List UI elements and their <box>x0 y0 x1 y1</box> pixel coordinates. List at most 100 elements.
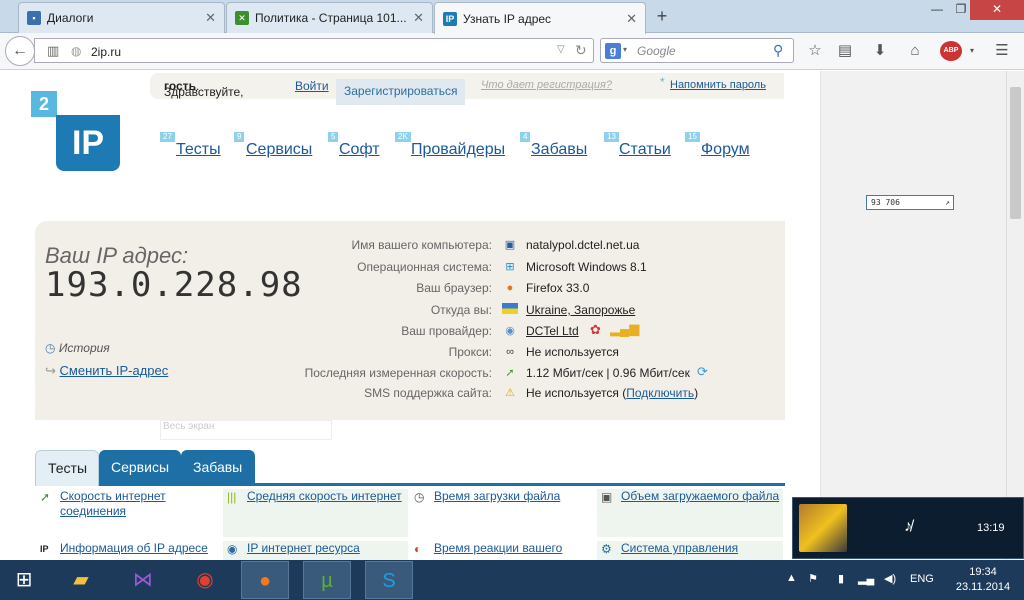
dropdown-icon[interactable]: ▽ <box>557 44 565 55</box>
reload-icon[interactable]: ↻ <box>575 42 587 59</box>
search-input[interactable]: Google <box>637 44 676 58</box>
tool-site-ip[interactable]: ◉ IP интернет ресурса <box>223 541 408 560</box>
clock[interactable]: 19:34 23.11.2014 <box>948 565 1018 595</box>
chevron-up-icon[interactable]: ▲ <box>786 572 797 584</box>
bookmark-star-icon[interactable]: ☆ <box>805 41 825 61</box>
tab-ip[interactable]: IP Узнать IP адрес ✕ <box>434 2 646 34</box>
provider-link[interactable]: DCTel Ltd <box>526 324 579 338</box>
tab-fun[interactable]: Забавы <box>181 450 255 486</box>
globe-icon: ◍ <box>71 44 82 58</box>
firefox-icon[interactable]: ● <box>241 561 289 599</box>
shield-icon[interactable]: ✿ <box>590 322 601 338</box>
ip-value[interactable]: 193.0.228.98 <box>45 265 303 305</box>
close-icon[interactable]: ✕ <box>205 10 216 26</box>
search-icon[interactable]: ⚲ <box>773 42 783 59</box>
refresh-icon[interactable]: ⟳ <box>697 364 708 380</box>
tool-file-size[interactable]: ▣ Объем загружаемого файла <box>597 489 783 537</box>
tab-politika[interactable]: ✕ Политика - Страница 101... ✕ <box>226 2 433 33</box>
google-icon[interactable]: g <box>605 43 621 59</box>
logo-2[interactable]: 2 <box>31 91 57 117</box>
change-ip-link[interactable]: ↪ Сменить IP-адрес <box>45 363 168 379</box>
search-box[interactable]: g ▾ Google ⚲ <box>600 38 794 63</box>
menu-badge: 4 <box>520 132 531 142</box>
minimize-button[interactable]: — <box>924 0 950 20</box>
connect-sms-link[interactable]: Подключить <box>626 386 694 400</box>
tab-label: Узнать IP адрес <box>463 11 552 26</box>
menu-forum[interactable]: Форум <box>701 141 750 159</box>
logo-ip[interactable]: IP <box>56 115 120 171</box>
tab-tests[interactable]: Тесты <box>35 450 99 486</box>
home-icon[interactable]: ⌂ <box>905 41 925 61</box>
scrollbar-thumb[interactable] <box>1010 87 1021 219</box>
chevron-down-icon[interactable]: ▾ <box>623 45 627 54</box>
chrome-icon[interactable]: ◉ <box>181 561 229 599</box>
tool-label: Объем загружаемого файла <box>621 489 780 503</box>
media-popup[interactable]: ♪̸ 13:19 <box>792 497 1024 559</box>
tool-label: IP интернет ресурса <box>247 541 360 555</box>
action-center-icon[interactable]: ⚑ <box>808 572 818 585</box>
info-value: natalypol.dctel.net.ua <box>526 238 640 252</box>
asterisk-icon: * <box>660 75 665 89</box>
tab-dialogs[interactable]: ▪ Диалоги ✕ <box>18 2 225 33</box>
sms-status: Не используется (Подключить) <box>526 386 698 400</box>
visual-studio-icon[interactable]: ⋈ <box>119 561 167 599</box>
tool-speed[interactable]: ➚ Скорость интернет соединения <box>36 489 221 537</box>
menu-articles[interactable]: Статьи <box>619 141 671 159</box>
url-text[interactable]: 2ip.ru <box>91 45 121 59</box>
mute-icon[interactable]: ♪̸ <box>897 518 919 540</box>
tool-ip-info[interactable]: IP Информация об IP адресе <box>36 541 221 560</box>
menu-services[interactable]: Сервисы <box>246 141 312 159</box>
menu-badge: 9 <box>234 132 245 142</box>
tool-cms[interactable]: ⚙ Система управления <box>597 541 783 560</box>
menu-providers[interactable]: Провайдеры <box>411 141 505 159</box>
new-tab-button[interactable]: + <box>652 6 672 26</box>
visit-counter[interactable]: 93 706 ↗ <box>866 195 954 210</box>
register-button[interactable]: Зарегистрироваться <box>336 79 466 105</box>
volume-icon[interactable]: ◀) <box>884 572 896 585</box>
close-icon[interactable]: ✕ <box>413 10 424 26</box>
back-button[interactable]: ← <box>5 36 35 66</box>
adblock-icon[interactable]: ABP <box>940 41 962 61</box>
navigation-bar: ▥ ◍ 2ip.ru ▽ ↻ ← g ▾ Google ⚲ ☆ ▤ ⬇ ⌂ AB… <box>0 33 1024 70</box>
tool-file-time[interactable]: ◷ Время загрузки файла <box>410 489 595 537</box>
tool-reaction[interactable]: ◐ Время реакции вашего <box>410 541 595 560</box>
bookmarks-list-icon[interactable]: ▤ <box>835 41 855 61</box>
menu-soft[interactable]: Софт <box>339 141 380 159</box>
battery-icon[interactable]: ▮ <box>838 572 844 585</box>
tab-services[interactable]: Сервисы <box>99 450 181 486</box>
library-icon[interactable]: ▥ <box>47 43 59 59</box>
clock-date: 23.11.2014 <box>955 581 1011 593</box>
window-close-button[interactable]: ✕ <box>970 0 1024 20</box>
info-label: Ваш провайдер: <box>401 324 492 338</box>
history-link[interactable]: ◷ История <box>45 341 110 355</box>
scrollbar[interactable] <box>1006 71 1024 560</box>
windows-start-icon[interactable]: ⊞ <box>0 561 48 599</box>
language-indicator[interactable]: ENG <box>910 573 934 585</box>
taskbar: ⊞ ▰ ⋈ ◉ ● µ S ▲ ⚑ ▮ ▂▄ ◀) ENG 19:34 23.1… <box>0 560 1024 600</box>
info-value: Firefox 33.0 <box>526 281 590 295</box>
menu-fun[interactable]: Забавы <box>531 141 587 159</box>
tool-label: Средняя скорость интернет <box>247 489 402 503</box>
url-bar[interactable]: ▥ ◍ 2ip.ru ▽ ↻ <box>34 38 594 63</box>
login-link[interactable]: Войти <box>295 79 329 93</box>
tool-avg-speed[interactable]: ||| Средняя скорость интернет <box>223 489 408 537</box>
download-icon[interactable]: ⬇ <box>870 41 890 61</box>
ip-icon: IP <box>40 544 49 554</box>
file-explorer-icon[interactable]: ▰ <box>57 561 105 599</box>
remind-password-link[interactable]: Напомнить пароль <box>670 79 766 91</box>
close-icon[interactable]: ✕ <box>626 11 637 27</box>
chevron-down-icon[interactable]: ▾ <box>962 41 982 61</box>
menu-tests[interactable]: Тесты <box>176 141 221 159</box>
signal-bars-icon[interactable]: ▂▄▆ <box>610 321 639 337</box>
menu-icon[interactable]: ☰ <box>992 41 1012 61</box>
media-time: 13:19 <box>977 522 1005 534</box>
network-icon[interactable]: ▂▄ <box>858 572 874 585</box>
skype-icon[interactable]: S <box>365 561 413 599</box>
location-link[interactable]: Ukraine, Запорожье <box>526 303 635 317</box>
utorrent-icon[interactable]: µ <box>303 561 351 599</box>
why-register-link[interactable]: Что дает регистрация? <box>481 79 612 91</box>
globe-icon: ◉ <box>227 542 238 556</box>
tool-label: Время загрузки файла <box>434 489 561 503</box>
chat-icon: ▪ <box>27 11 41 25</box>
info-value: Не используется <box>526 345 619 359</box>
